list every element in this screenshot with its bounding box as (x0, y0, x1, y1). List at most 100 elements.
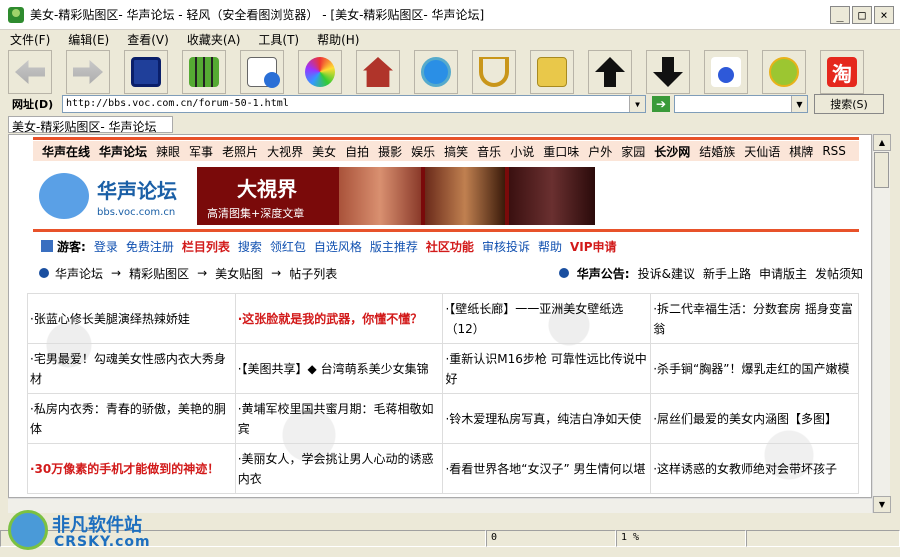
userbar-link[interactable]: 登录 (94, 238, 118, 255)
post-link[interactable]: ·看看世界各地“女汉子” 男生情何以堪 (442, 443, 652, 494)
post-link[interactable]: ·私房内衣秀：青春的骄傲，美艳的胴体 (27, 393, 236, 444)
search-button[interactable]: 搜索(S) (814, 94, 884, 114)
menu-edit[interactable]: 编辑(E) (58, 31, 117, 48)
site-nav-item[interactable]: 小说 (510, 143, 534, 160)
baidu-button[interactable] (704, 50, 748, 94)
banner-ad[interactable]: 大視界 高清图集+深度文章 (197, 167, 595, 225)
save-button[interactable] (124, 50, 168, 94)
close-button[interactable]: × (874, 5, 894, 24)
site-logo[interactable]: 华声论坛 bbs.voc.com.cn (33, 167, 185, 225)
site-nav-item[interactable]: 华声论坛 (99, 143, 147, 160)
userbar-link[interactable]: 搜索 (238, 238, 262, 255)
userbar-link[interactable]: VIP申请 (570, 238, 617, 255)
userbar-link[interactable]: 版主推荐 (370, 238, 418, 255)
back-arrow-icon (15, 60, 45, 84)
post-link[interactable]: ·拆二代幸福生活：分数套房 摇身变富翁 (650, 293, 859, 344)
page-up-button[interactable] (588, 50, 632, 94)
site-nav-item[interactable]: 老照片 (222, 143, 258, 160)
go-arrow-icon[interactable]: ➔ (652, 96, 670, 112)
post-link[interactable]: ·铃木爱理私房写真，纯洁白净如天使 (442, 393, 652, 444)
menu-help[interactable]: 帮助(H) (307, 31, 367, 48)
userbar-link[interactable]: 自选风格 (314, 238, 362, 255)
site-nav-item[interactable]: 自拍 (345, 143, 369, 160)
site-nav-item[interactable]: 军事 (189, 143, 213, 160)
color-button[interactable] (298, 50, 342, 94)
plus-button[interactable] (762, 50, 806, 94)
post-link[interactable]: ·30万像素的手机才能做到的神迹！ (27, 443, 236, 494)
site-nav-item[interactable]: 娱乐 (411, 143, 435, 160)
search-input[interactable]: ▼ (674, 95, 808, 113)
house-icon (363, 57, 393, 87)
userbar-link[interactable]: 审核投诉 (482, 238, 530, 255)
post-link[interactable]: ·这张脸就是我的武器，你懂不懂？ (234, 293, 444, 344)
breadcrumb-link[interactable]: 帖子列表 (289, 265, 337, 282)
site-nav-item[interactable]: 大视界 (267, 143, 303, 160)
menu-tools[interactable]: 工具(T) (248, 31, 307, 48)
post-link[interactable]: ·美丽女人，学会挑让男人心动的诱惑内衣 (234, 443, 444, 494)
page-down-button[interactable] (646, 50, 690, 94)
post-link[interactable]: ·这样诱惑的女教师绝对会带坏孩子 (650, 443, 859, 494)
home-button[interactable] (356, 50, 400, 94)
back-button[interactable] (8, 50, 52, 94)
chevron-down-icon[interactable]: ▼ (629, 96, 645, 112)
site-nav-item[interactable]: 辣眼 (156, 143, 180, 160)
status-cell (746, 530, 900, 547)
announce-link[interactable]: 发帖须知 (815, 265, 863, 282)
taobao-button[interactable]: 淘 (820, 50, 864, 94)
site-nav-item[interactable]: 重口味 (543, 143, 579, 160)
post-link[interactable]: ·屌丝们最爱的美女内涵图【多图】 (650, 393, 859, 444)
minimize-button[interactable]: _ (830, 5, 850, 24)
menu-file[interactable]: 文件(F) (0, 31, 58, 48)
site-nav-item[interactable]: RSS (822, 144, 846, 158)
site-nav-item[interactable]: 结婚族 (699, 143, 735, 160)
site-nav-item[interactable]: 音乐 (477, 143, 501, 160)
scroll-up-icon[interactable]: ▲ (873, 134, 891, 151)
scroll-thumb[interactable] (874, 152, 889, 188)
post-link[interactable]: ·【美图共享】◆ 台湾萌系美少女集锦 (234, 343, 444, 394)
announce-link[interactable]: 申请版主 (759, 265, 807, 282)
site-nav-item[interactable]: 天仙语 (744, 143, 780, 160)
breadcrumb-link[interactable]: 华声论坛 (55, 265, 103, 282)
breadcrumb-link[interactable]: 美女贴图 (215, 265, 263, 282)
chevron-down-icon[interactable]: ▼ (791, 96, 807, 112)
page-button[interactable] (240, 50, 284, 94)
post-link[interactable]: ·张蓝心修长美腿演绎热辣娇娃 (27, 293, 236, 344)
userbar-link[interactable]: 帮助 (538, 238, 562, 255)
userbar-link[interactable]: 免费注册 (126, 238, 174, 255)
announce-link[interactable]: 新手上路 (703, 265, 751, 282)
site-nav-item[interactable]: 户外 (588, 143, 612, 160)
post-link[interactable]: ·杀手锏“胸器”！爆乳走红的国产嫩模 (650, 343, 859, 394)
post-link[interactable]: ·黄埔军校里国共蜜月期：毛蒋相敬如宾 (234, 393, 444, 444)
anchor-button[interactable] (472, 50, 516, 94)
site-nav-item[interactable]: 搞笑 (444, 143, 468, 160)
announce-link[interactable]: 投诉&建议 (638, 265, 695, 282)
tab-current-page[interactable]: 美女-精彩贴图区- 华声论坛 (8, 116, 173, 134)
film-button[interactable] (182, 50, 226, 94)
site-nav-item[interactable]: 棋牌 (789, 143, 813, 160)
post-link[interactable]: ·【壁纸长廊】一一亚洲美女壁纸选（12） (442, 293, 652, 344)
user-bar: 游客: 登录 免费注册 栏目列表 搜索 领红包 自选风格 版主推荐 社区功能 审核投诉 帮助 VIP申… (33, 235, 859, 257)
site-nav-item[interactable]: 华声在线 (42, 143, 90, 160)
vertical-scrollbar[interactable]: ▲ ▼ (872, 134, 891, 513)
maximize-button[interactable]: □ (852, 5, 872, 24)
userbar-link[interactable]: 领红包 (270, 238, 306, 255)
menu-view[interactable]: 查看(V) (117, 31, 177, 48)
folder-doc-icon (537, 57, 567, 87)
post-link[interactable]: ·宅男最爱！勾魂美女性感内衣大秀身材 (27, 343, 236, 394)
forward-button[interactable] (66, 50, 110, 94)
site-nav-item[interactable]: 长沙网 (654, 143, 690, 160)
menu-favorites[interactable]: 收藏夹(A) (177, 31, 249, 48)
logo-url: bbs.voc.com.cn (97, 207, 176, 218)
scroll-down-icon[interactable]: ▼ (873, 496, 891, 513)
ie-button[interactable] (414, 50, 458, 94)
address-input[interactable]: http://bbs.voc.com.cn/forum-50-1.html ▼ (62, 95, 646, 113)
site-nav-item[interactable]: 美女 (312, 143, 336, 160)
site-nav-item[interactable]: 家园 (621, 143, 645, 160)
breadcrumb-link[interactable]: 精彩贴图区 (129, 265, 189, 282)
userbar-link[interactable]: 栏目列表 (182, 238, 230, 255)
folder-button[interactable] (530, 50, 574, 94)
title-bar: 美女-精彩贴图区- 华声论坛 - 轻风（安全看图浏览器） - [美女-精彩贴图区… (0, 0, 900, 30)
userbar-link[interactable]: 社区功能 (426, 238, 474, 255)
post-link[interactable]: ·重新认识M16步枪 可靠性远比传说中好 (442, 343, 652, 394)
site-nav-item[interactable]: 摄影 (378, 143, 402, 160)
